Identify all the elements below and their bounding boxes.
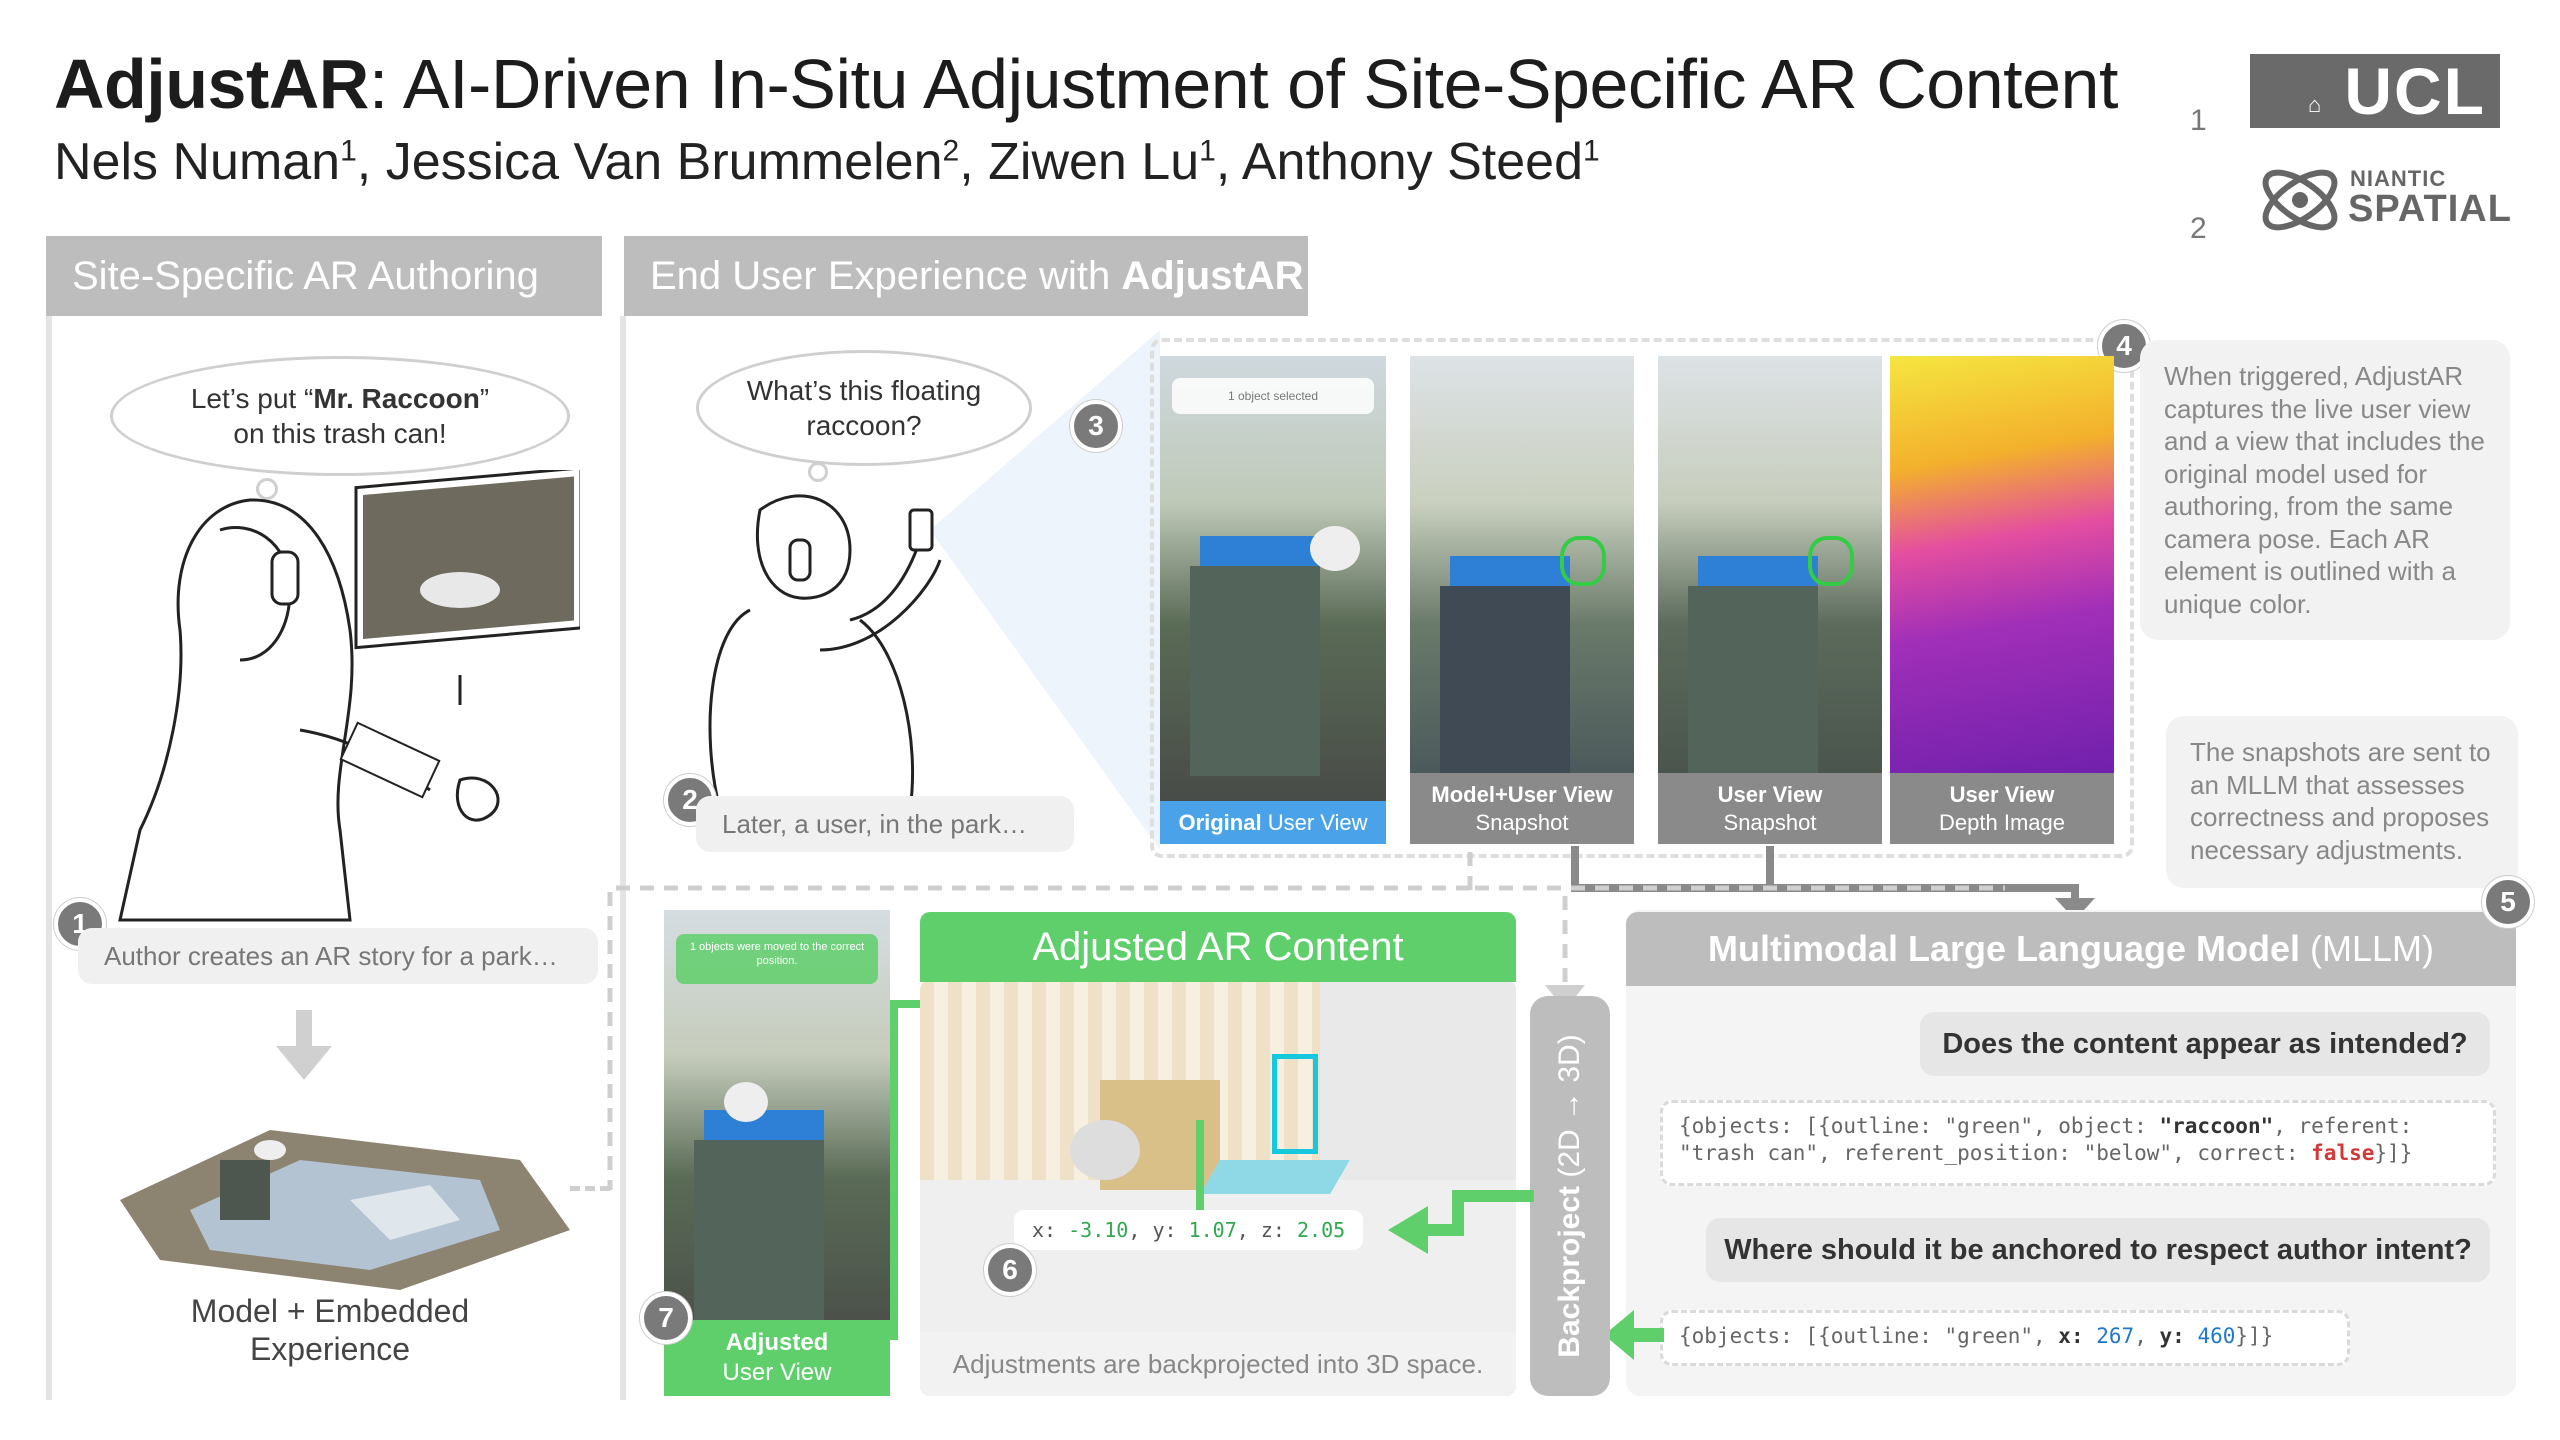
photo-label: Original User View (1160, 800, 1386, 844)
adjusted-header: Adjusted AR Content (920, 912, 1516, 982)
raccoon-figure (724, 1082, 768, 1122)
raccoon-outline (1808, 536, 1854, 586)
section-header-authoring: Site-Specific AR Authoring (46, 236, 602, 316)
trash-can (1190, 566, 1320, 776)
arrow-down-icon (276, 1010, 332, 1080)
step-badge: 5 (2482, 876, 2534, 928)
arrow-left-icon (1604, 1310, 1664, 1360)
mllm-answer-2: {objects: [{outline: "green", x: 267, y:… (1660, 1310, 2350, 1366)
flow-connector (570, 1186, 610, 1191)
photo-model-user-snapshot: Model+User View Snapshot (1410, 356, 1634, 844)
ucl-dome-icon: ⌂ (2308, 92, 2324, 117)
trash-can (1688, 586, 1818, 786)
author-name: Nels Numan (54, 133, 341, 191)
mllm-answer-1: {objects: [{outline: "green", object: "r… (1660, 1100, 2496, 1186)
section-divider (46, 316, 52, 1400)
trash-can (1440, 586, 1570, 786)
photo-label: Model+User View Snapshot (1410, 773, 1634, 844)
target-plane (1200, 1160, 1350, 1194)
step-badge: 3 (1070, 400, 1122, 452)
author-affiliation: 1 (340, 134, 357, 168)
trash-can (694, 1140, 824, 1340)
niantic-spatial-logo: NIANTIC SPATIAL (2250, 150, 2511, 250)
thought-bubble-author: Let’s put “Mr. Raccoon” on this trash ca… (110, 356, 570, 476)
photo-overlay-label: 1 object selected (1172, 378, 1374, 414)
step-badge: 6 (984, 1244, 1036, 1296)
green-connector (1196, 1120, 1204, 1210)
photo-label: User View Snapshot (1658, 773, 1882, 844)
model-caption: Model + Embedded Experience (190, 1293, 470, 1368)
raccoon-target-box (1272, 1054, 1318, 1154)
model-3d-scan-image (120, 1130, 570, 1290)
mllm-question-1: Does the content appear as intended? (1920, 1012, 2490, 1076)
page-title: AdjustAR: AI-Driven In-Situ Adjustment o… (54, 45, 2118, 123)
affiliation-number: 2 (2190, 212, 2207, 245)
author-affiliation: 1 (1199, 134, 1216, 168)
caption-author-creates: Author creates an AR story for a park… (78, 928, 598, 984)
user-sketch-illustration (708, 494, 942, 810)
author-name: Ziwen Lu (988, 133, 1200, 191)
author-list: Nels Numan1, Jessica Van Brummelen2, Ziw… (54, 133, 1600, 191)
info-box-trigger: When triggered, AdjustAR captures the li… (2140, 340, 2510, 640)
photo-label: User View Depth Image (1890, 773, 2114, 844)
arrow-left-icon (1388, 1190, 1534, 1254)
ucl-logo: ⌂ UCL (2250, 54, 2500, 128)
backproject-bar: Backproject (2D → 3D) (1530, 996, 1610, 1396)
atom-icon (2262, 169, 2338, 231)
author-affiliation: 2 (942, 134, 960, 168)
photo-user-view-snapshot: User View Snapshot (1658, 356, 1882, 844)
caption-backprojected: Adjustments are backprojected into 3D sp… (920, 1332, 1516, 1396)
thought-dot (808, 462, 828, 482)
photo-depth-image: User View Depth Image (1890, 356, 2114, 844)
author-name: Anthony Steed (1241, 133, 1583, 191)
section-header-enduser: End User Experience with AdjustAR (624, 236, 1308, 316)
photo-adjusted-user-view: 1 objects were moved to the correct posi… (664, 910, 890, 1396)
author-name: Jessica Van Brummelen (385, 133, 943, 191)
photo-overlay-label: 1 objects were moved to the correct posi… (676, 934, 878, 984)
photo-original-user-view: 1 object selected Original User View (1160, 356, 1386, 844)
raccoon-outline (1560, 536, 1606, 586)
raccoon-figure (1310, 526, 1360, 571)
coordinate-readout: x: -3.10, y: 1.07, z: 2.05 (1014, 1210, 1364, 1250)
author-affiliation: 1 (1583, 134, 1600, 168)
photo-label: Adjusted User View (664, 1320, 890, 1396)
step-badge: 7 (640, 1292, 692, 1344)
info-box-snapshots: The snapshots are sent to an MLLM that a… (2166, 716, 2518, 888)
author-sketch-illustration (118, 470, 580, 922)
green-connector (890, 1000, 920, 1340)
raccoon-3d (1070, 1120, 1140, 1180)
mllm-question-2: Where should it be anchored to respect a… (1706, 1218, 2490, 1282)
mllm-header: Multimodal Large Language Model (MLLM) (1626, 912, 2516, 986)
affiliation-number: 1 (2190, 104, 2207, 137)
